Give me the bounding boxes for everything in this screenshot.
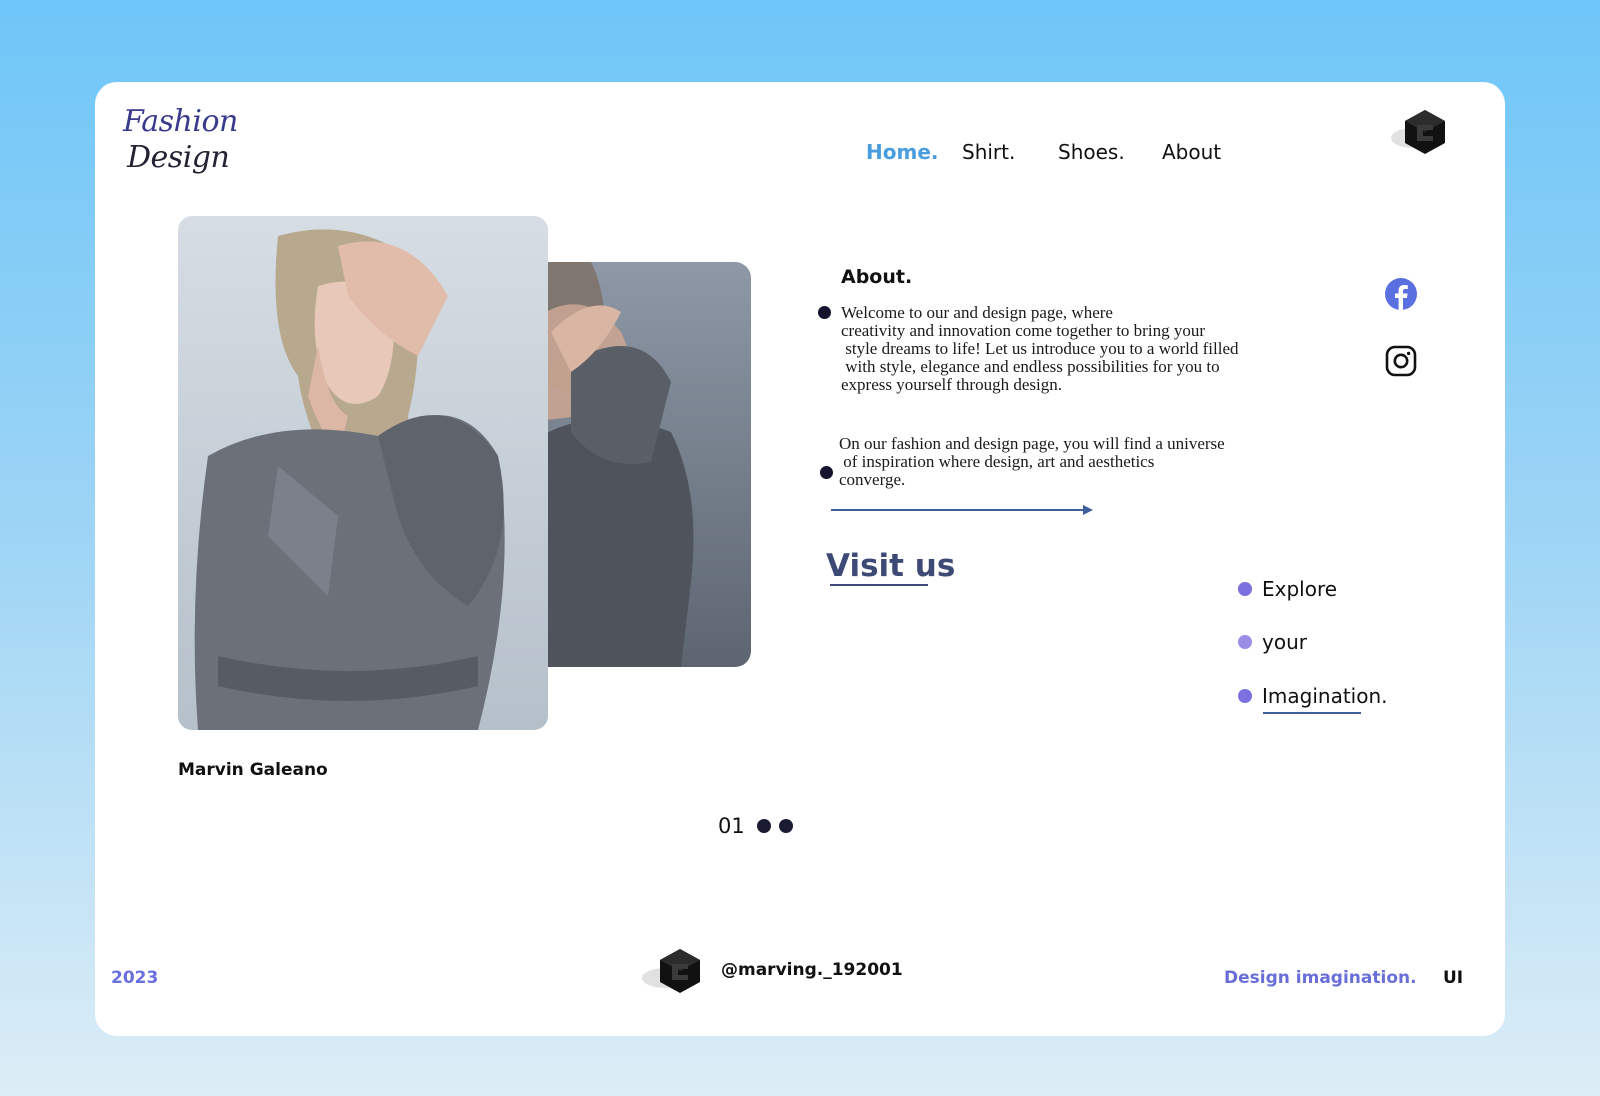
visit-us-link[interactable]: Visit us (826, 548, 955, 584)
model-photo-secondary (531, 262, 751, 667)
instagram-icon[interactable] (1385, 345, 1417, 382)
arrow-right-icon[interactable] (831, 503, 1093, 521)
slide-pager: 01 (718, 814, 793, 838)
explore-item-1: Explore (1238, 577, 1337, 601)
social-handle[interactable]: @marving._192001 (721, 960, 903, 980)
nav-shirt[interactable]: Shirt. (962, 140, 1015, 164)
about-paragraph-1: Welcome to our and design page, where cr… (841, 303, 1239, 394)
explore-label-1: Explore (1262, 577, 1338, 601)
footer-tagline: Design imagination. (1224, 968, 1417, 988)
footer-ui-label: UI (1443, 968, 1464, 988)
pager-dot-2[interactable] (778, 819, 793, 833)
logo-line-2: Design (127, 140, 230, 175)
explore-dot-2 (1238, 635, 1252, 649)
nav-shoes[interactable]: Shoes. (1058, 140, 1125, 164)
explore-item-3: Imagination. (1238, 684, 1388, 708)
explore-item-2: your (1238, 630, 1307, 654)
about-bullet-1 (818, 306, 831, 319)
author-name: Marvin Galeano (178, 760, 328, 780)
logo-line-1: Fashion (123, 104, 238, 139)
about-heading: About. (841, 266, 913, 288)
user-avatar-hex-icon[interactable] (1389, 108, 1451, 158)
explore-label-2: your (1262, 630, 1307, 654)
about-bullet-2 (820, 466, 833, 479)
facebook-icon[interactable] (1384, 277, 1418, 316)
visit-underline (830, 584, 928, 586)
nav-about[interactable]: About (1162, 140, 1221, 164)
model-photo-main (178, 216, 548, 730)
nav-home[interactable]: Home. (866, 140, 938, 164)
imagination-underline (1263, 712, 1361, 714)
explore-dot-1 (1238, 582, 1252, 596)
brand-logo[interactable]: Fashion Design (123, 104, 238, 176)
footer-year: 2023 (111, 968, 159, 988)
pager-number: 01 (718, 814, 745, 838)
footer-avatar-hex-icon[interactable] (640, 946, 706, 998)
main-card: Fashion Design Home. Shirt. Shoes. About (95, 82, 1505, 1036)
explore-dot-3 (1238, 689, 1252, 703)
explore-label-3: Imagination. (1262, 684, 1388, 708)
pager-dot-1[interactable] (756, 819, 771, 833)
about-paragraph-2: On our fashion and design page, you will… (839, 434, 1225, 489)
